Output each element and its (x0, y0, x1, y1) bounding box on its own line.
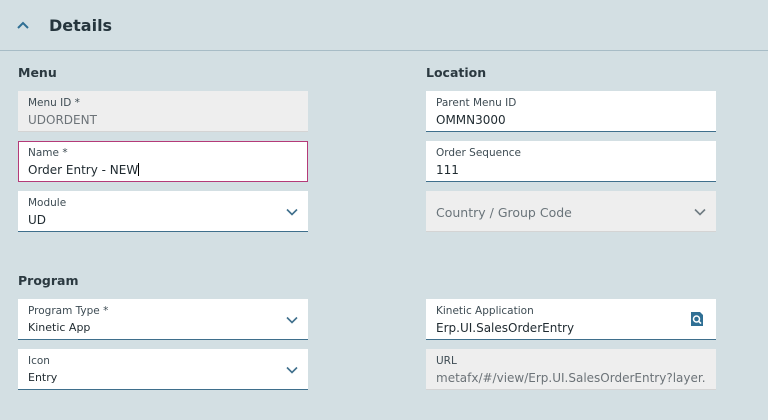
section-title: Details (49, 16, 113, 35)
menu-section-label: Menu (18, 65, 57, 80)
order-sequence-field[interactable]: Order Sequence 111 (426, 141, 716, 182)
kinetic-application-label: Kinetic Application (436, 305, 534, 317)
kinetic-application-value: Erp.UI.SalesOrderEntry (436, 321, 575, 335)
search-lookup-icon[interactable] (690, 311, 704, 327)
menu-id-label: Menu ID * (28, 97, 80, 109)
order-sequence-label: Order Sequence (436, 147, 521, 159)
menu-id-value: UDORDENT (28, 113, 97, 127)
parent-menu-id-label: Parent Menu ID (436, 97, 517, 109)
program-type-label: Program Type * (28, 305, 109, 317)
icon-select[interactable]: Icon Entry (18, 349, 308, 390)
country-group-code-select[interactable]: Country / Group Code (426, 191, 716, 232)
name-value-wrap: Order Entry - NEW (28, 163, 140, 177)
url-value: metafx/#/view/Erp.UI.SalesOrderEntry?lay… (436, 371, 706, 385)
module-label: Module (28, 197, 67, 209)
name-label: Name * (28, 147, 68, 159)
program-type-value: Kinetic App (28, 321, 91, 334)
name-field[interactable]: Name * Order Entry - NEW (18, 141, 308, 182)
module-select[interactable]: Module UD (18, 191, 308, 232)
details-header: Details (0, 0, 768, 51)
chevron-up-icon[interactable] (15, 17, 31, 33)
chevron-down-icon[interactable] (694, 208, 706, 216)
location-section-label: Location (426, 65, 487, 80)
program-type-select[interactable]: Program Type * Kinetic App (18, 299, 308, 340)
chevron-down-icon[interactable] (286, 208, 298, 216)
country-group-code-placeholder: Country / Group Code (436, 205, 572, 220)
kinetic-application-field[interactable]: Kinetic Application Erp.UI.SalesOrderEnt… (426, 299, 716, 340)
icon-value: Entry (28, 371, 58, 384)
parent-menu-id-value: OMMN3000 (436, 113, 506, 127)
name-value[interactable]: Order Entry - NEW (28, 163, 138, 177)
text-caret (138, 163, 140, 176)
parent-menu-id-field[interactable]: Parent Menu ID OMMN3000 (426, 91, 716, 132)
module-value: UD (28, 213, 47, 227)
chevron-down-icon[interactable] (286, 316, 298, 324)
menu-id-field: Menu ID * UDORDENT (18, 91, 308, 132)
icon-label: Icon (28, 355, 50, 367)
program-section-label: Program (18, 273, 79, 288)
url-label: URL (436, 355, 457, 367)
url-field: URL metafx/#/view/Erp.UI.SalesOrderEntry… (426, 349, 716, 390)
chevron-down-icon[interactable] (286, 366, 298, 374)
order-sequence-value: 111 (436, 163, 459, 177)
